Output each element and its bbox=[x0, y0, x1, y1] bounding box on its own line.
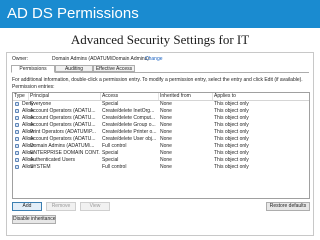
cell-applies-to: This object only bbox=[214, 143, 249, 149]
cell-applies-to: This object only bbox=[214, 157, 249, 163]
user-group-icon bbox=[15, 165, 19, 169]
button-row: Add Remove View Restore defaults bbox=[12, 202, 310, 212]
table-row[interactable]: Allow Print Operators (ADATUM\P... Create/… bbox=[13, 129, 309, 136]
cell-access: Special bbox=[102, 157, 119, 163]
user-group-icon bbox=[15, 116, 19, 120]
cell-access: Create/delete InetOrg... bbox=[102, 108, 155, 114]
table-row[interactable]: Allow Authenticated Users Special None This … bbox=[13, 157, 309, 164]
user-group-icon bbox=[15, 123, 19, 127]
info-text: For additional information, double-click… bbox=[12, 77, 303, 83]
permission-entries-table[interactable]: Type Principal Access Inherited from App… bbox=[12, 92, 310, 199]
cell-access: Create/delete Printer o... bbox=[102, 129, 157, 135]
cell-applies-to: This object only bbox=[214, 164, 249, 170]
user-group-icon bbox=[15, 137, 19, 141]
cell-principal: Everyone bbox=[30, 101, 52, 107]
column-header-applies-to[interactable]: Applies to bbox=[213, 93, 309, 100]
add-button[interactable]: Add bbox=[12, 202, 42, 211]
permission-entries-label: Permission entries: bbox=[12, 84, 55, 90]
cell-applies-to: This object only bbox=[214, 129, 249, 135]
restore-defaults-button[interactable]: Restore defaults bbox=[266, 202, 310, 211]
view-button[interactable]: View bbox=[80, 202, 110, 211]
table-row[interactable]: Allow ENTERPRISE DOMAIN CONT... Special Non… bbox=[13, 150, 309, 157]
cell-applies-to: This object only bbox=[214, 108, 249, 114]
column-header-inherited-from[interactable]: Inherited from bbox=[159, 93, 213, 100]
table-row[interactable]: Allow Account Operators (ADATU... Create/d… bbox=[13, 108, 309, 115]
table-row[interactable]: Allow SYSTEM Full control None This object o… bbox=[13, 164, 309, 171]
user-group-icon bbox=[15, 144, 19, 148]
disable-inheritance-button[interactable]: Disable inheritance bbox=[12, 215, 56, 224]
change-owner-link[interactable]: Change bbox=[145, 56, 163, 62]
cell-access: Create/delete Group o... bbox=[102, 122, 156, 128]
column-header-type[interactable]: Type bbox=[13, 93, 29, 100]
tab-effective-access[interactable]: Effective Access bbox=[93, 65, 135, 72]
cell-principal: Authenticated Users bbox=[30, 157, 76, 163]
cell-applies-to: This object only bbox=[214, 101, 249, 107]
cell-access: Full control bbox=[102, 164, 127, 170]
tab-panel-border bbox=[11, 72, 309, 73]
cell-access: Full control bbox=[102, 143, 127, 149]
table-row[interactable]: Allow Domain Admins (ADATUM\... Full contr… bbox=[13, 143, 309, 150]
cell-applies-to: This object only bbox=[214, 122, 249, 128]
cell-inherited-from: None bbox=[160, 157, 172, 163]
owner-value: Domain Admins (ADATUM\Domain Admins) bbox=[52, 56, 149, 62]
cell-access: Create/delete Comput... bbox=[102, 115, 156, 121]
cell-principal: Account Operators (ADATU... bbox=[30, 136, 96, 142]
cell-principal: Print Operators (ADATUM\P... bbox=[30, 129, 96, 135]
cell-inherited-from: None bbox=[160, 115, 172, 121]
user-group-icon bbox=[15, 109, 19, 113]
user-group-icon bbox=[15, 158, 19, 162]
cell-access: Special bbox=[102, 150, 119, 156]
cell-inherited-from: None bbox=[160, 150, 172, 156]
table-row[interactable]: Allow Account Operators (ADATU... Create/d… bbox=[13, 115, 309, 122]
cell-principal: Account Operators (ADATU... bbox=[30, 115, 96, 121]
table-row[interactable]: Allow Account Operators (ADATU... Create/d… bbox=[13, 122, 309, 129]
cell-applies-to: This object only bbox=[214, 150, 249, 156]
slide-title: AD DS Permissions bbox=[7, 5, 139, 22]
cell-inherited-from: None bbox=[160, 164, 172, 170]
cell-inherited-from: None bbox=[160, 101, 172, 107]
dialog-heading: Advanced Security Settings for IT bbox=[70, 32, 250, 47]
table-row[interactable]: Deny Everyone Special None This object only bbox=[13, 101, 309, 108]
cell-inherited-from: None bbox=[160, 108, 172, 114]
cell-applies-to: This object only bbox=[214, 136, 249, 142]
tab-auditing[interactable]: Auditing bbox=[55, 65, 93, 72]
remove-button[interactable]: Remove bbox=[46, 202, 76, 211]
cell-principal: Account Operators (ADATU... bbox=[30, 122, 96, 128]
cell-principal: ENTERPRISE DOMAIN CONT... bbox=[30, 150, 100, 156]
advanced-security-dialog: Owner: Domain Admins (ADATUM\Domain Admi… bbox=[6, 52, 314, 236]
cell-principal: Account Operators (ADATU... bbox=[30, 108, 96, 114]
cell-inherited-from: None bbox=[160, 143, 172, 149]
cell-access: Special bbox=[102, 101, 119, 107]
cell-applies-to: This object only bbox=[214, 115, 249, 121]
cell-access: Create/delete User obj... bbox=[102, 136, 157, 142]
column-header-access[interactable]: Access bbox=[101, 93, 159, 100]
user-group-icon bbox=[15, 102, 19, 106]
tab-permissions[interactable]: Permissions bbox=[11, 65, 55, 73]
owner-label: Owner: bbox=[12, 56, 29, 62]
slide-title-bar: AD DS Permissions bbox=[0, 0, 320, 28]
cell-inherited-from: None bbox=[160, 122, 172, 128]
table-body: Deny Everyone Special None This object only A… bbox=[13, 101, 309, 171]
column-header-principal[interactable]: Principal bbox=[29, 93, 101, 100]
user-group-icon bbox=[15, 130, 19, 134]
cell-principal: SYSTEM bbox=[30, 164, 51, 170]
table-header: Type Principal Access Inherited from App… bbox=[13, 93, 309, 101]
cell-inherited-from: None bbox=[160, 129, 172, 135]
cell-principal: Domain Admins (ADATUM\... bbox=[30, 143, 95, 149]
cell-inherited-from: None bbox=[160, 136, 172, 142]
user-group-icon bbox=[15, 151, 19, 155]
table-row[interactable]: Allow Account Operators (ADATU... Create/d… bbox=[13, 136, 309, 143]
